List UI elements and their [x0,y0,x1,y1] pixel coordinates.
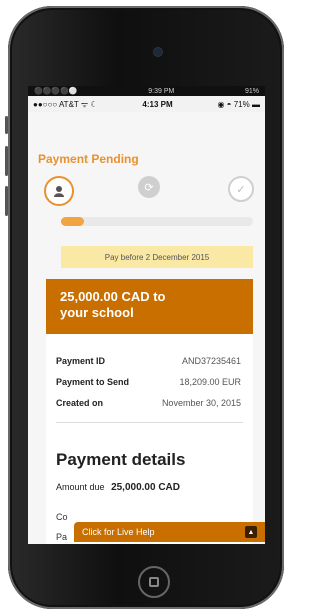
battery-level: 91% [244,87,259,95]
inner-time: 4:13 PM [142,99,173,109]
camera [154,48,162,56]
payment-card: Payment ID AND37235461 Payment to Send 1… [46,334,253,544]
live-help-label: Click for Live Help [82,527,155,537]
obscured-text-1: Co [56,512,68,522]
pay-before-notice: Pay before 2 December 2015 [61,246,253,268]
outer-status-bar: ⚫⚫⚫⚫⚪ 9:39 PM 91% [28,86,265,96]
progress-steps: ⟳ ✓ [28,176,265,206]
mute-switch [5,116,8,134]
phone-screen: ⚫⚫⚫⚫⚪ 9:39 PM 91% ●●○○○ AT&T ᯤ ☾ 4:13 PM… [28,86,265,544]
divider [56,422,243,423]
payment-progress-bar [61,217,253,226]
carrier-label: ●●○○○ AT&T ᯤ ☾ [33,99,98,109]
step-transfer-icon: ⟳ [138,176,160,198]
step-person-icon [44,176,74,206]
status-time: 9:39 PM [148,87,175,95]
row-payment-to-send: Payment to Send 18,209.00 EUR [56,377,241,387]
payment-page: Payment Pending ⟳ ✓ Pay before 2 Decembe… [28,112,265,544]
amount-due: Amount due 25,000.00 CAD [56,482,180,493]
page-title: Payment Pending [38,152,139,166]
amount-header-line2: your school [60,305,134,320]
live-help-button[interactable]: Click for Live Help ▲ [74,522,265,542]
home-button[interactable] [138,566,170,598]
obscured-text-2: Pa [56,532,68,542]
row-created-on: Created on November 30, 2015 [56,398,241,408]
chevron-up-icon: ▲ [245,526,257,538]
step-check-icon: ✓ [228,176,254,202]
amount-header-line1: 25,000.00 CAD to [60,289,166,304]
signal-indicator: ⚫⚫⚫⚫⚪ [34,88,78,95]
payment-details-title: Payment details [56,450,186,469]
amount-header: 25,000.00 CAD to your school [46,279,253,334]
volume-down-button [5,186,8,216]
row-payment-id: Payment ID AND37235461 [56,356,241,366]
inner-status-bar: ●●○○○ AT&T ᯤ ☾ 4:13 PM ◉ ◓ 71% ▬ [28,96,265,113]
inner-battery: ◉ ◓ 71% ▬ [217,99,260,109]
volume-up-button [5,146,8,176]
